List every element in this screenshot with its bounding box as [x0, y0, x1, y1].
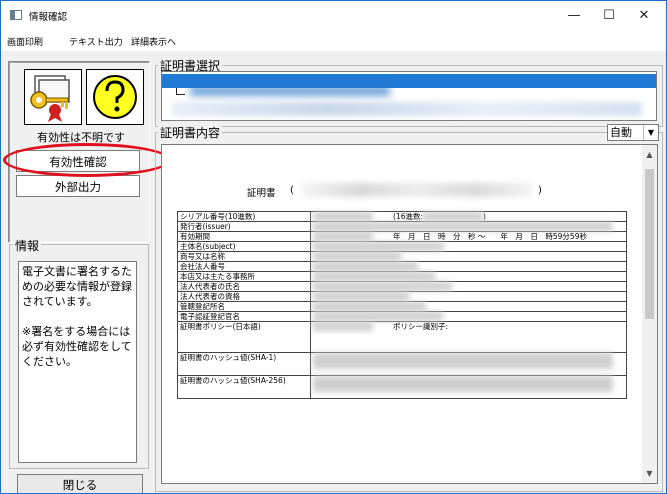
- cert-row: 本店又は主たる事務所: [177, 271, 627, 282]
- cert-row-value: [310, 251, 627, 262]
- redacted-cert-detail: [172, 102, 642, 116]
- redacted-value: [313, 302, 426, 311]
- info-text: 電子文書に署名するための必要な情報が登録されています。 ※署名をする場合には必ず…: [18, 261, 137, 463]
- cert-row-label: 証明書のハッシュ値(SHA-256): [177, 375, 311, 399]
- title-bar: 情報確認 — ☐ ✕: [1, 1, 666, 31]
- cert-row: 証明書のハッシュ値(SHA-256): [177, 375, 627, 399]
- certificate-keys-icon: [24, 69, 82, 125]
- cert-row-value: [310, 301, 627, 312]
- redacted-cert-owner: [302, 183, 532, 197]
- menu-show-details[interactable]: 詳細表示へ: [131, 35, 176, 48]
- cert-row-label: 発行者(issuer): [177, 221, 311, 232]
- cert-row-value: [310, 221, 627, 232]
- cert-row-label: 法人代表者の資格: [177, 291, 311, 302]
- cert-row: 発行者(issuer): [177, 221, 627, 232]
- question-icon: [86, 69, 144, 125]
- cert-row: 管轄登記所名: [177, 301, 627, 312]
- redacted-value: [313, 322, 373, 331]
- redacted-value: [313, 282, 452, 291]
- redacted-value: [313, 262, 418, 271]
- menu-print-screen[interactable]: 画面印刷: [7, 35, 43, 48]
- display-mode-value: 自動: [610, 126, 632, 139]
- redacted-value: [313, 222, 613, 231]
- cert-row-value: [310, 311, 627, 322]
- redacted-value: [313, 312, 443, 321]
- close-window-button[interactable]: ✕: [621, 1, 666, 31]
- cert-row-label: 法人代表者の氏名: [177, 281, 311, 292]
- cert-row-label: シリアル番号(10進数): [177, 211, 311, 222]
- scroll-down-icon[interactable]: ▼: [642, 466, 657, 481]
- cert-row-value: [310, 271, 627, 282]
- verify-validity-button[interactable]: 有効性確認: [16, 150, 140, 172]
- close-button[interactable]: 閉じる: [17, 474, 143, 493]
- cert-row-value: (16進数:): [310, 211, 627, 222]
- cert-row-value: [310, 281, 627, 292]
- cert-row-value: [310, 261, 627, 272]
- chevron-down-icon[interactable]: ▼: [643, 125, 658, 140]
- cert-row-value: [310, 352, 627, 376]
- redacted-value: [313, 353, 613, 369]
- cert-row-label: 会社法人番号: [177, 261, 311, 272]
- cert-row: 証明書ポリシー(日本語) ポリシー識別子:: [177, 321, 627, 353]
- redacted-value: [313, 272, 435, 281]
- cert-row-label: 本店又は主たる事務所: [177, 271, 311, 282]
- cert-row-label: 主体名(subject): [177, 241, 311, 252]
- paren-close: ): [538, 185, 542, 196]
- cert-row-value: 年 月 日 時 分 秒 ～ 年 月 日 時59分59秒: [310, 231, 627, 242]
- app-window-icon: [10, 10, 22, 20]
- cert-row: シリアル番号(10進数) (16進数:): [177, 211, 627, 222]
- cert-row-label: 証明書ポリシー(日本語): [177, 321, 311, 353]
- redacted-cert-name: [190, 86, 390, 96]
- cert-detail-table: シリアル番号(10進数) (16進数:) 発行者(issuer) 有効期間年 月 日 …: [177, 211, 627, 399]
- redacted-value: [313, 376, 613, 392]
- cert-row: 証明書のハッシュ値(SHA-1): [177, 352, 627, 376]
- window-title: 情報確認: [29, 12, 68, 23]
- display-mode-select[interactable]: 自動 ▼: [607, 124, 659, 141]
- cert-row: 法人代表者の氏名: [177, 281, 627, 292]
- menu-text-output[interactable]: テキスト出力: [69, 35, 123, 48]
- cert-row: 商号又は名称: [177, 251, 627, 262]
- vertical-scrollbar[interactable]: ▲ ▼: [642, 145, 657, 483]
- menu-bar: 画面印刷 テキスト出力 詳細表示へ: [1, 31, 666, 51]
- cert-row-value: ポリシー識別子:: [310, 321, 627, 353]
- redacted-value: [313, 242, 444, 251]
- info-group-title: 情報: [13, 237, 42, 254]
- cert-row: 有効期間 年 月 日 時 分 秒 ～ 年 月 日 時59分59秒: [177, 231, 627, 242]
- cert-row-value-text: ポリシー識別子:: [393, 322, 449, 331]
- cert-row-label: 証明書のハッシュ値(SHA-1): [177, 352, 311, 376]
- cert-content-group-title: 証明書内容: [158, 124, 223, 141]
- cert-row-value-suffix: ): [483, 212, 486, 221]
- cert-doc-title: 証明書: [247, 188, 276, 199]
- cert-row-value-text: 年 月 日 時 分 秒 ～ 年 月 日 時59分59秒: [393, 232, 587, 241]
- redacted-value: [313, 252, 401, 261]
- cert-row-label: 管轄登記所名: [177, 301, 311, 312]
- cert-row-label: 電子認証登記官名: [177, 311, 311, 322]
- redacted-value: [423, 212, 483, 221]
- cert-row-value: [310, 375, 627, 399]
- cert-row-value: [310, 291, 627, 302]
- redacted-value: [313, 212, 373, 221]
- cert-row: 会社法人番号: [177, 261, 627, 272]
- external-export-button[interactable]: 外部出力: [16, 175, 140, 197]
- tree-connector: [176, 88, 185, 95]
- scroll-thumb[interactable]: [645, 169, 654, 319]
- redacted-value: [313, 292, 409, 301]
- cert-row: 主体名(subject): [177, 241, 627, 252]
- cert-row-value: [310, 241, 627, 252]
- cert-select-list[interactable]: [161, 71, 657, 121]
- scroll-up-icon[interactable]: ▲: [642, 147, 657, 162]
- info-confirm-window: 情報確認 — ☐ ✕ 画面印刷 テキスト出力 詳細表示へ 有効性は不明です 有効…: [0, 0, 667, 494]
- redacted-value: [313, 232, 373, 241]
- cert-row-value-text: (16進数:: [393, 212, 423, 221]
- cert-row-label: 商号又は名称: [177, 251, 311, 262]
- validity-status-text: 有効性は不明です: [37, 131, 125, 144]
- paren-open: (: [290, 185, 294, 196]
- cert-row: 法人代表者の資格: [177, 291, 627, 302]
- cert-content-view[interactable]: 証明書 ( ) シリアル番号(10進数) (16進数:) 発行者(issuer) 有効…: [161, 144, 658, 484]
- cert-row: 電子認証登記官名: [177, 311, 627, 322]
- cert-row-label: 有効期間: [177, 231, 311, 242]
